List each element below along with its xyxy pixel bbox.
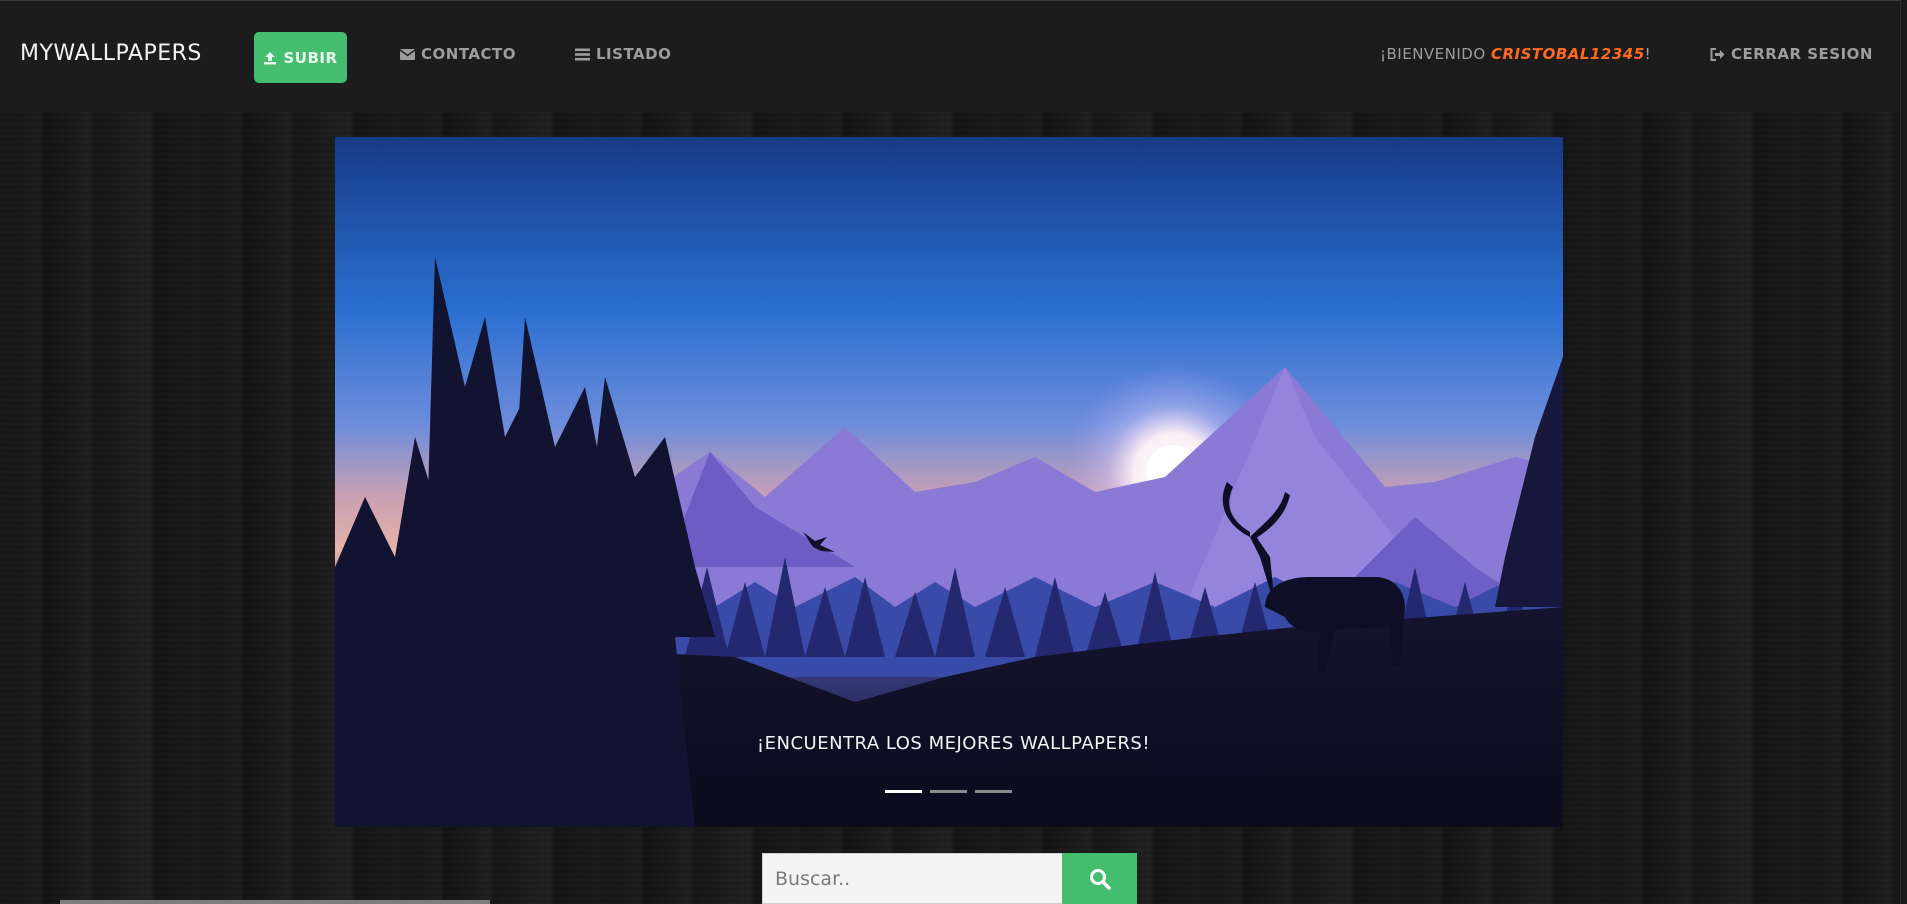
brand-logo[interactable]: MYWALLPAPERS [20,41,202,66]
welcome-suffix: ! [1644,45,1652,63]
wallpaper-slide-image [335,137,1563,827]
carousel-indicator-3[interactable] [975,790,1012,793]
nav-contact[interactable]: CONTACTO [400,45,516,63]
sign-out-icon [1710,47,1725,61]
nav-contact-label: CONTACTO [421,45,516,63]
carousel-indicators [885,790,1012,793]
welcome-message: ¡BIENVENIDO CRISTOBAL12345! [1380,45,1651,63]
upload-label: SUBIR [283,48,338,67]
nav-list-label: LISTADO [596,45,672,63]
carousel-indicator-2[interactable] [930,790,967,793]
nav-list[interactable]: LISTADO [575,45,671,63]
list-icon [575,48,590,60]
search-input[interactable] [762,853,1062,904]
upload-button[interactable]: SUBIR [254,32,347,83]
carousel-caption: ¡ENCUENTRA LOS MEJORES WALLPAPERS! [756,733,1151,754]
upload-icon [264,51,277,64]
welcome-prefix: ¡BIENVENIDO [1380,45,1491,63]
vertical-scrollbar[interactable] [1900,0,1907,904]
navbar: MYWALLPAPERS SUBIR CONTACTO LISTADO ¡BIE… [0,0,1900,112]
search-bar [762,853,1137,904]
search-icon [1089,868,1111,890]
carousel-indicator-1[interactable] [885,790,922,793]
logout-label: CERRAR SESION [1731,45,1873,63]
username: CRISTOBAL12345 [1490,45,1645,63]
logout-link[interactable]: CERRAR SESION [1710,45,1873,63]
hero-carousel[interactable] [335,137,1563,827]
envelope-icon [400,48,415,60]
horizontal-scrollbar[interactable] [60,900,490,904]
search-button[interactable] [1062,853,1137,904]
